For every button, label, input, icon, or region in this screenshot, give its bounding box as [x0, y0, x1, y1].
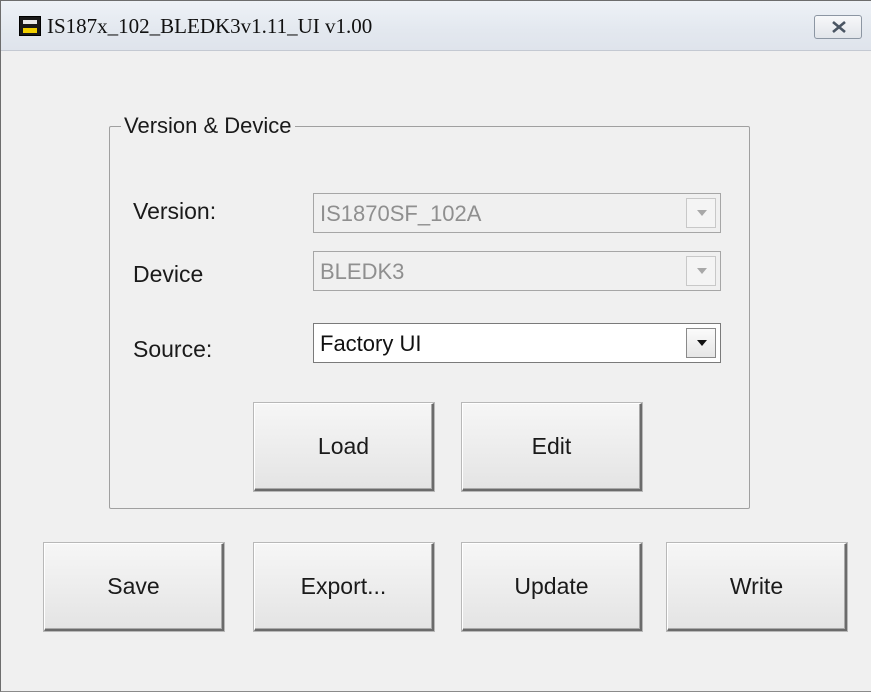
- write-button[interactable]: Write: [667, 543, 847, 631]
- load-button[interactable]: Load: [254, 403, 434, 491]
- version-combobox: IS1870SF_102A: [313, 193, 721, 233]
- source-label: Source:: [133, 336, 213, 362]
- edit-button[interactable]: Edit: [462, 403, 642, 491]
- source-combobox[interactable]: Factory UI: [313, 323, 721, 363]
- device-dropdown-button: [686, 256, 716, 286]
- version-value: IS1870SF_102A: [320, 201, 482, 226]
- chevron-down-icon: [697, 340, 707, 346]
- device-combobox: BLEDK3: [313, 251, 721, 291]
- main-window: IS187x_102_BLEDK3v1.11_UI v1.00 Version …: [0, 0, 871, 692]
- close-icon: [832, 21, 846, 33]
- device-label: Device: [133, 261, 204, 287]
- chevron-down-icon: [697, 210, 707, 216]
- device-value: BLEDK3: [320, 259, 405, 284]
- app-icon: [19, 16, 41, 36]
- export-button[interactable]: Export...: [254, 543, 434, 631]
- group-legend: Version & Device: [121, 113, 295, 139]
- chevron-down-icon: [697, 268, 707, 274]
- update-button[interactable]: Update: [462, 543, 642, 631]
- version-dropdown-button: [686, 198, 716, 228]
- source-dropdown-button[interactable]: [686, 328, 716, 358]
- save-button[interactable]: Save: [44, 543, 224, 631]
- title-bar[interactable]: IS187x_102_BLEDK3v1.11_UI v1.00: [1, 1, 871, 51]
- window-title: IS187x_102_BLEDK3v1.11_UI v1.00: [47, 14, 373, 38]
- close-button[interactable]: [814, 15, 862, 39]
- version-label: Version:: [133, 198, 217, 224]
- source-value: Factory UI: [320, 331, 422, 356]
